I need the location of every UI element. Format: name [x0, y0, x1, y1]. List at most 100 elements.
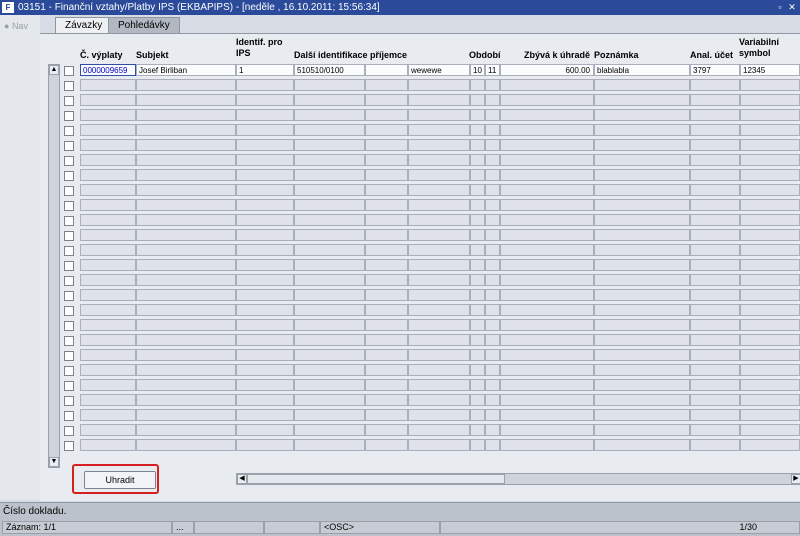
cell-c-vyplaty[interactable] — [80, 184, 136, 196]
row-checkbox[interactable] — [64, 216, 74, 226]
cell-dalsi-2[interactable] — [365, 184, 408, 196]
cell-subjekt[interactable] — [136, 184, 236, 196]
cell-var[interactable] — [740, 304, 800, 316]
cell-identif[interactable] — [236, 349, 294, 361]
cell-anal[interactable]: 3797 — [690, 64, 740, 76]
cell-c-vyplaty[interactable] — [80, 109, 136, 121]
cell-dalsi-2[interactable] — [365, 289, 408, 301]
cell-obdobi-rok[interactable] — [485, 229, 500, 241]
row-checkbox[interactable] — [64, 156, 74, 166]
table-row[interactable] — [75, 109, 800, 122]
cell-var[interactable]: 12345 — [740, 64, 800, 76]
cell-zbyva[interactable]: 600.00 — [500, 64, 594, 76]
cell-obdobi-mesic[interactable] — [470, 319, 485, 331]
cell-dalsi-3[interactable] — [408, 304, 470, 316]
table-row[interactable] — [75, 244, 800, 257]
cell-subjekt[interactable] — [136, 139, 236, 151]
cell-dalsi-3[interactable] — [408, 349, 470, 361]
cell-subjekt[interactable] — [136, 229, 236, 241]
table-row[interactable] — [75, 94, 800, 107]
cell-poznamka[interactable] — [594, 304, 690, 316]
cell-obdobi-mesic[interactable] — [470, 334, 485, 346]
row-checkbox[interactable] — [64, 96, 74, 106]
cell-identif[interactable] — [236, 289, 294, 301]
table-row[interactable] — [75, 199, 800, 212]
cell-zbyva[interactable] — [500, 169, 594, 181]
cell-c-vyplaty[interactable] — [80, 379, 136, 391]
cell-dalsi-1[interactable] — [294, 199, 365, 211]
restore-icon[interactable]: ▫ — [775, 2, 785, 12]
table-row[interactable] — [75, 259, 800, 272]
cell-dalsi-2[interactable] — [365, 139, 408, 151]
cell-c-vyplaty[interactable] — [80, 124, 136, 136]
cell-identif[interactable] — [236, 259, 294, 271]
cell-var[interactable] — [740, 94, 800, 106]
cell-dalsi-2[interactable] — [365, 334, 408, 346]
cell-dalsi-1[interactable] — [294, 94, 365, 106]
cell-dalsi-1[interactable] — [294, 79, 365, 91]
cell-dalsi-1[interactable] — [294, 334, 365, 346]
cell-var[interactable] — [740, 199, 800, 211]
cell-zbyva[interactable] — [500, 289, 594, 301]
table-row[interactable] — [75, 364, 800, 377]
cell-c-vyplaty[interactable] — [80, 259, 136, 271]
cell-identif[interactable] — [236, 79, 294, 91]
cell-dalsi-1[interactable] — [294, 169, 365, 181]
cell-obdobi-mesic[interactable] — [470, 304, 485, 316]
cell-obdobi-mesic[interactable] — [470, 259, 485, 271]
cell-subjekt[interactable] — [136, 409, 236, 421]
cell-obdobi-mesic[interactable] — [470, 214, 485, 226]
cell-obdobi-mesic[interactable] — [470, 169, 485, 181]
cell-var[interactable] — [740, 409, 800, 421]
cell-dalsi-2[interactable] — [365, 379, 408, 391]
cell-dalsi-2[interactable] — [365, 94, 408, 106]
cell-obdobi-mesic[interactable] — [470, 109, 485, 121]
cell-subjekt[interactable] — [136, 154, 236, 166]
cell-zbyva[interactable] — [500, 274, 594, 286]
cell-poznamka[interactable] — [594, 109, 690, 121]
cell-anal[interactable] — [690, 274, 740, 286]
cell-anal[interactable] — [690, 139, 740, 151]
cell-poznamka[interactable] — [594, 394, 690, 406]
cell-dalsi-1[interactable] — [294, 439, 365, 451]
table-row[interactable] — [75, 334, 800, 347]
cell-identif[interactable]: 1 — [236, 64, 294, 76]
cell-poznamka[interactable] — [594, 274, 690, 286]
cell-anal[interactable] — [690, 94, 740, 106]
cell-var[interactable] — [740, 394, 800, 406]
cell-poznamka[interactable] — [594, 244, 690, 256]
cell-zbyva[interactable] — [500, 334, 594, 346]
cell-anal[interactable] — [690, 154, 740, 166]
table-row[interactable] — [75, 229, 800, 242]
cell-dalsi-2[interactable] — [365, 109, 408, 121]
tab-zavazky[interactable]: Závazky — [55, 17, 113, 33]
row-checkbox[interactable] — [64, 81, 74, 91]
cell-var[interactable] — [740, 349, 800, 361]
row-checkbox[interactable] — [64, 426, 74, 436]
cell-c-vyplaty[interactable] — [80, 349, 136, 361]
cell-zbyva[interactable] — [500, 439, 594, 451]
cell-subjekt[interactable] — [136, 304, 236, 316]
cell-dalsi-3[interactable] — [408, 394, 470, 406]
nav-label[interactable]: ● Nav — [4, 21, 28, 31]
row-checkbox[interactable] — [64, 261, 74, 271]
cell-subjekt[interactable] — [136, 424, 236, 436]
table-row[interactable]: 0000009659 Josef Birliban 1 510510/0100 wewe… — [75, 64, 800, 77]
cell-dalsi-2[interactable] — [365, 229, 408, 241]
cell-poznamka[interactable] — [594, 334, 690, 346]
table-row[interactable] — [75, 304, 800, 317]
cell-obdobi-rok[interactable] — [485, 199, 500, 211]
cell-zbyva[interactable] — [500, 409, 594, 421]
cell-obdobi-mesic[interactable] — [470, 364, 485, 376]
cell-poznamka[interactable] — [594, 154, 690, 166]
cell-var[interactable] — [740, 424, 800, 436]
cell-subjekt[interactable] — [136, 214, 236, 226]
cell-poznamka[interactable] — [594, 289, 690, 301]
cell-dalsi-1[interactable] — [294, 184, 365, 196]
cell-dalsi-3[interactable] — [408, 139, 470, 151]
cell-identif[interactable] — [236, 424, 294, 436]
cell-anal[interactable] — [690, 319, 740, 331]
cell-zbyva[interactable] — [500, 394, 594, 406]
cell-subjekt[interactable] — [136, 319, 236, 331]
cell-obdobi-mesic[interactable] — [470, 139, 485, 151]
